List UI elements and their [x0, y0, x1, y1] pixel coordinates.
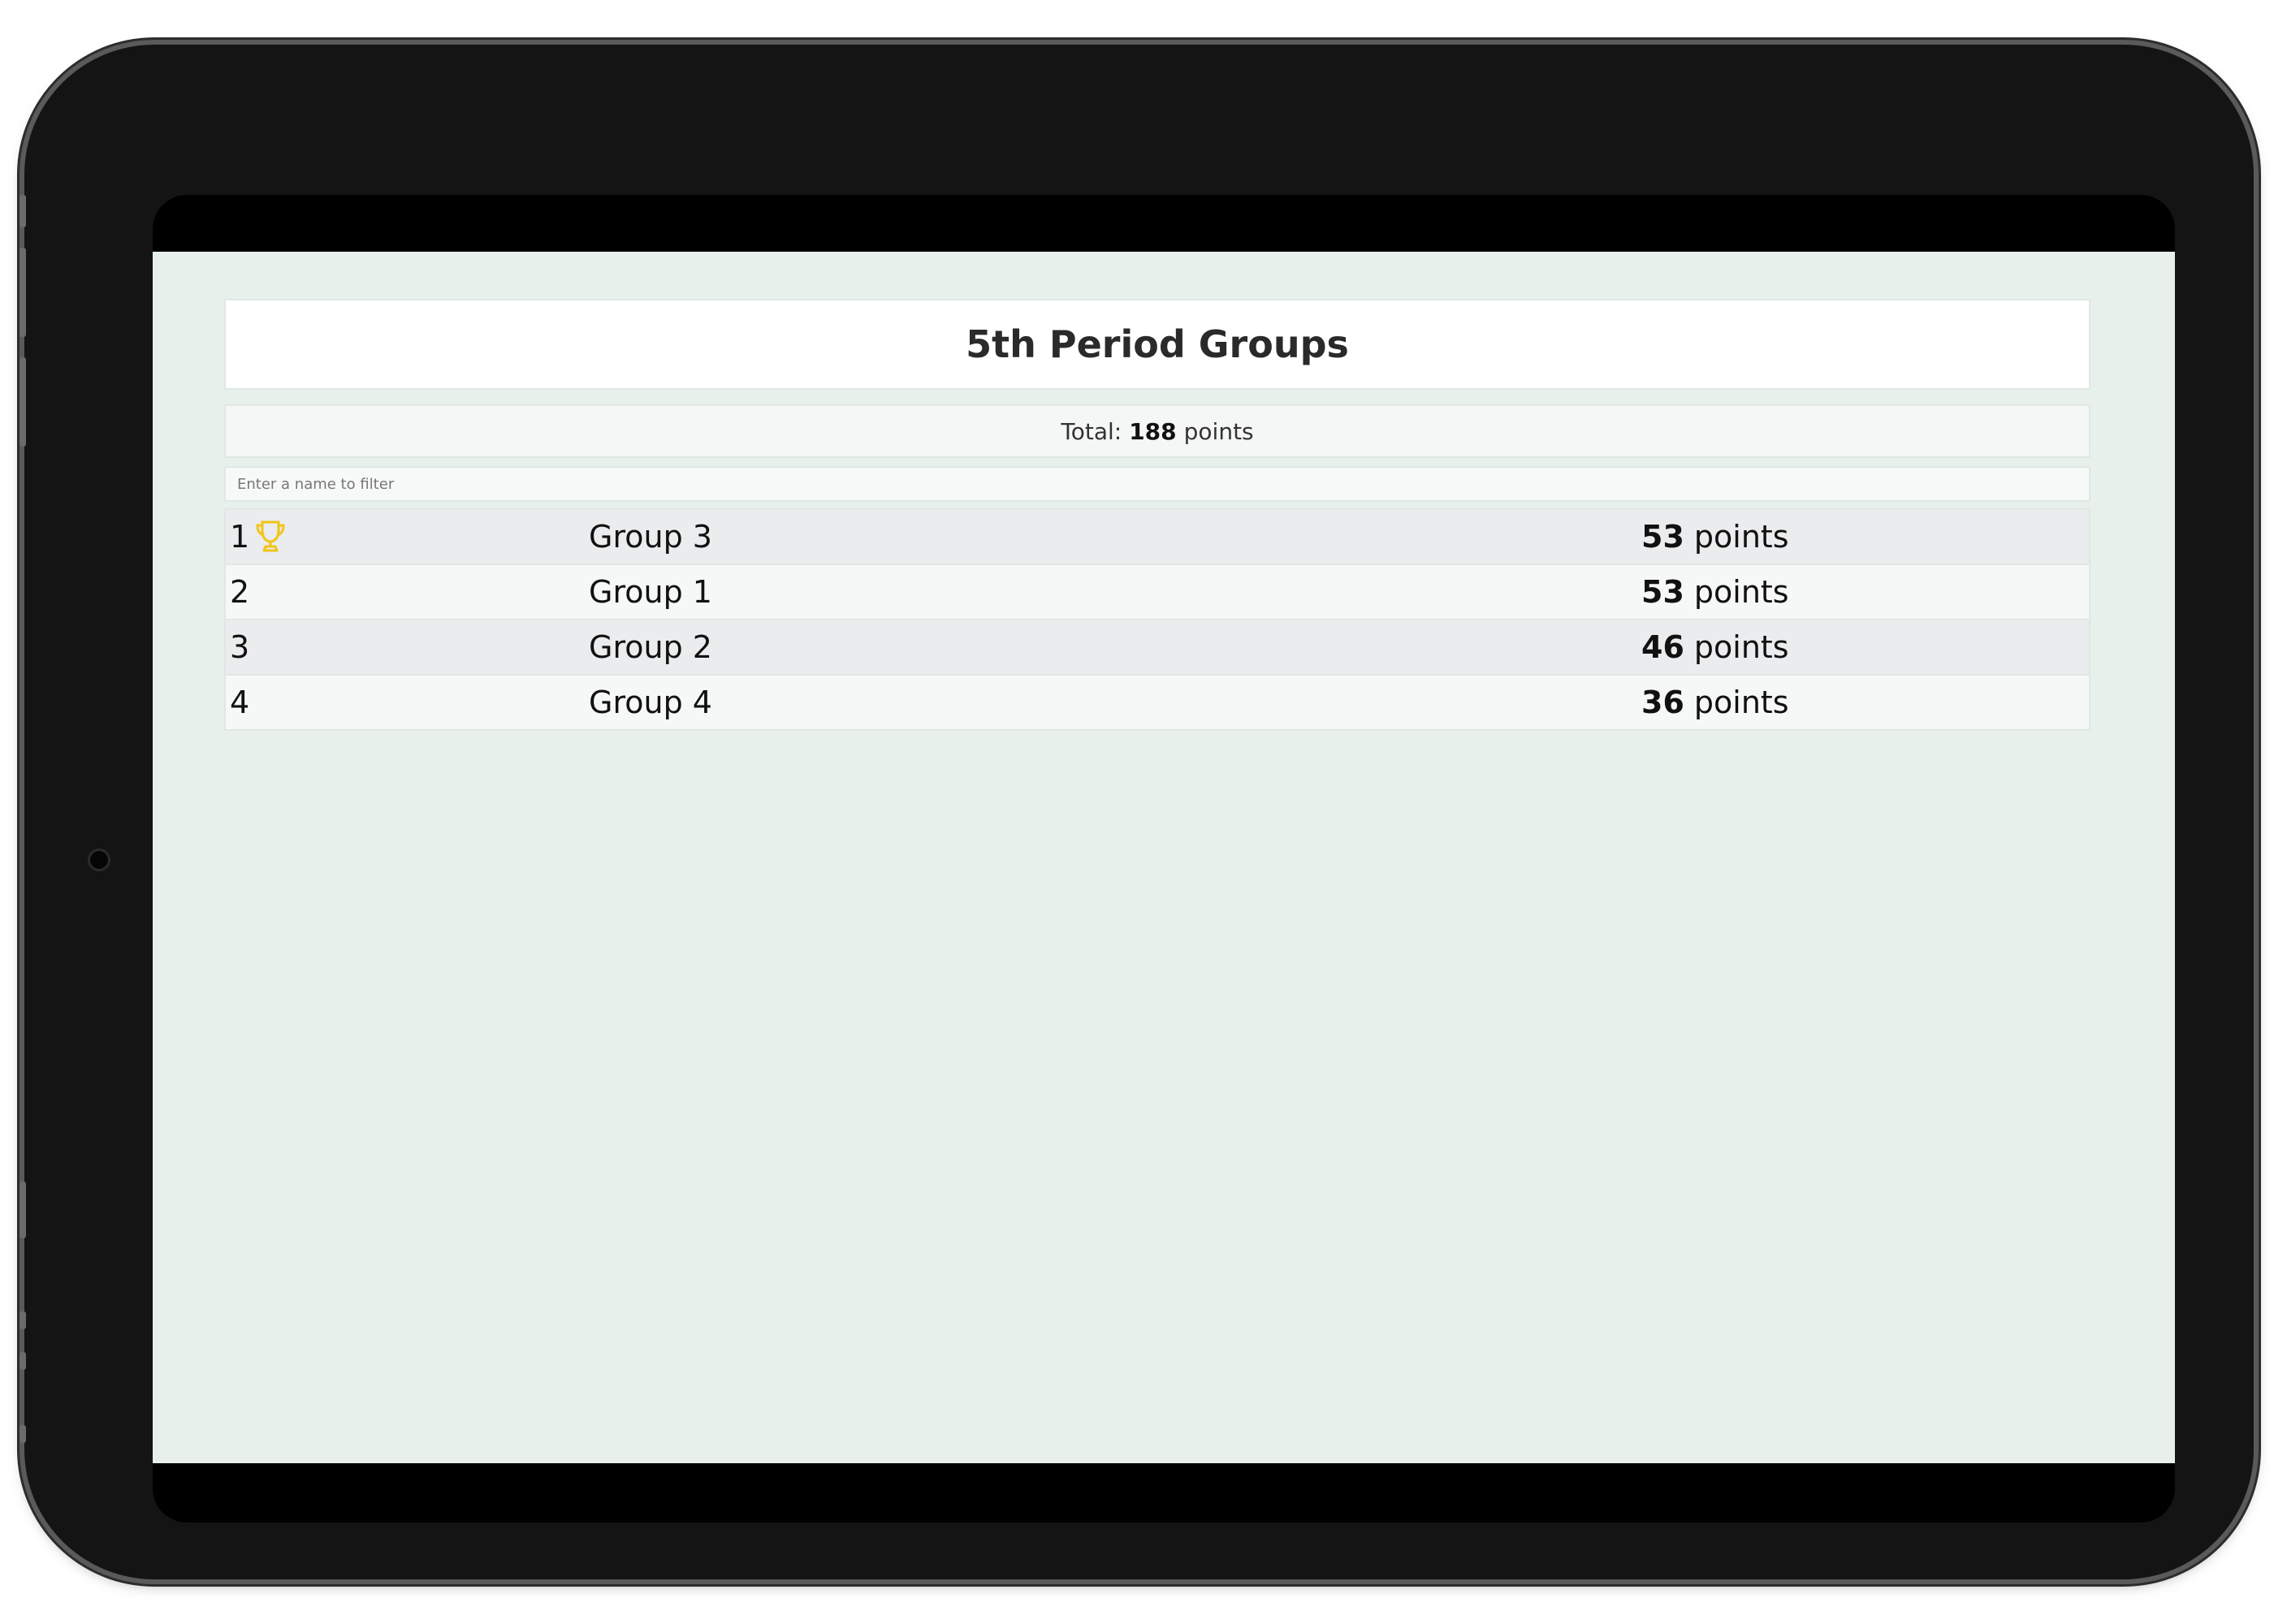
points-unit: points — [1693, 519, 1789, 555]
leaderboard-page: 5th Period Groups Total: 188 points 1 — [224, 299, 2090, 731]
points-value: 36 — [1641, 685, 1684, 720]
tablet-frame: 5th Period Groups Total: 188 points 1 — [19, 45, 2254, 1579]
app-screen: 5th Period Groups Total: 188 points 1 — [153, 252, 2175, 1463]
side-button-small-2 — [19, 1352, 26, 1370]
total-value: 188 — [1129, 417, 1177, 445]
points-value: 53 — [1641, 519, 1684, 555]
mute-button — [19, 195, 26, 227]
leaderboard-table: 1 Group 3 53 points 2 Group 1 53 points … — [224, 508, 2090, 731]
rank-number: 1 — [230, 519, 250, 555]
rank-number: 3 — [230, 629, 250, 665]
points-unit: points — [1693, 685, 1789, 720]
score-cell: 53 points — [1641, 519, 1789, 555]
volume-down-button — [19, 357, 26, 447]
score-cell: 36 points — [1641, 685, 1789, 720]
side-button-small-1 — [19, 1311, 26, 1329]
group-name: Group 3 — [589, 519, 712, 555]
score-cell: 53 points — [1641, 574, 1789, 610]
total-panel: Total: 188 points — [224, 404, 2090, 458]
points-value: 46 — [1641, 629, 1684, 665]
rank-number: 4 — [230, 685, 250, 720]
points-unit: points — [1693, 629, 1789, 665]
name-filter-input[interactable] — [224, 466, 2090, 502]
table-row[interactable]: 2 Group 1 53 points — [226, 565, 2089, 620]
rank-number: 2 — [230, 574, 250, 610]
rank-cell: 4 — [226, 685, 589, 720]
trophy-icon — [254, 520, 287, 554]
table-row[interactable]: 4 Group 4 36 points — [226, 676, 2089, 729]
total-label: Total: — [1061, 417, 1122, 445]
front-camera — [88, 849, 110, 871]
rank-cell: 3 — [226, 629, 589, 665]
volume-up-button — [19, 248, 26, 337]
rank-cell: 2 — [226, 574, 589, 610]
points-unit: points — [1693, 574, 1789, 610]
group-name: Group 4 — [589, 685, 712, 720]
rank-cell: 1 — [226, 519, 589, 555]
table-row[interactable]: 3 Group 2 46 points — [226, 620, 2089, 676]
points-value: 53 — [1641, 574, 1684, 610]
title-panel: 5th Period Groups — [224, 299, 2090, 390]
page-title: 5th Period Groups — [966, 322, 1349, 366]
score-cell: 46 points — [1641, 629, 1789, 665]
group-name: Group 2 — [589, 629, 712, 665]
screen-bezel: 5th Period Groups Total: 188 points 1 — [153, 195, 2175, 1522]
side-button-small-3 — [19, 1425, 26, 1443]
total-unit: points — [1183, 417, 1254, 445]
group-name: Group 1 — [589, 574, 712, 610]
side-button-lower — [19, 1181, 26, 1238]
table-row[interactable]: 1 Group 3 53 points — [226, 510, 2089, 565]
